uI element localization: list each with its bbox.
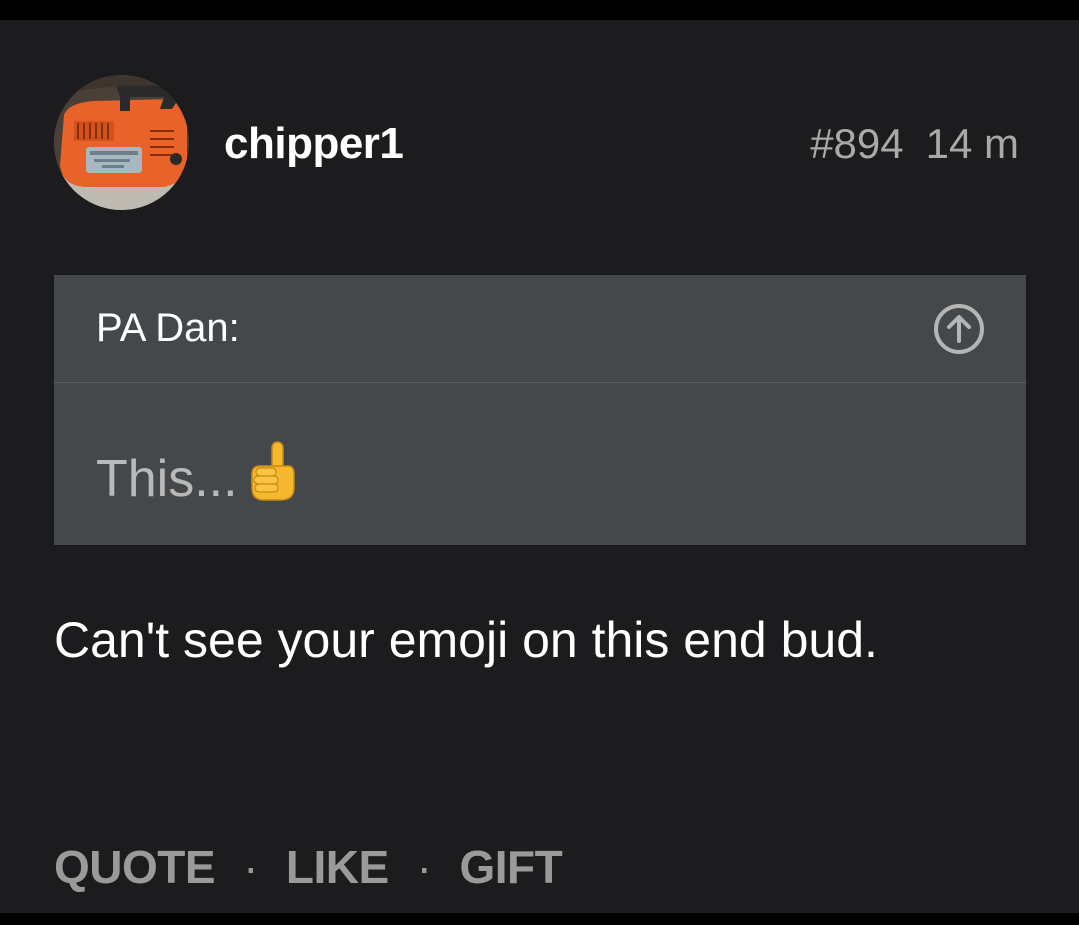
like-button[interactable]: LIKE bbox=[286, 841, 389, 893]
action-separator: · bbox=[416, 841, 432, 893]
quote-text-content: This... bbox=[96, 450, 238, 508]
quote-header: PA Dan: bbox=[54, 275, 1026, 383]
forum-post: chipper1 #894 14 m PA Dan: This... Can't… bbox=[0, 20, 1079, 913]
gift-button[interactable]: GIFT bbox=[460, 841, 563, 893]
avatar[interactable] bbox=[54, 75, 189, 210]
action-separator: · bbox=[243, 841, 258, 893]
post-body: Can't see your emoji on this end bud. bbox=[54, 612, 878, 668]
quote-author: PA Dan: bbox=[96, 306, 240, 350]
chainsaw-avatar-icon bbox=[54, 75, 189, 210]
time-ago: 14 m bbox=[925, 120, 1019, 167]
username[interactable]: chipper1 bbox=[224, 118, 404, 170]
post-actions: QUOTE · LIKE · GIFT bbox=[54, 840, 563, 894]
post-number[interactable]: #894 bbox=[810, 120, 903, 167]
status-bar-edge bbox=[0, 0, 1079, 20]
quote-block: PA Dan: This... bbox=[54, 275, 1026, 545]
arrow-up-circle-icon[interactable] bbox=[932, 302, 986, 356]
quote-text: This... bbox=[96, 438, 298, 509]
quote-button[interactable]: QUOTE bbox=[54, 841, 216, 893]
post-meta: #894 14 m bbox=[810, 118, 1019, 170]
nav-bar-edge bbox=[0, 913, 1079, 925]
pointing-up-emoji-icon bbox=[250, 441, 295, 501]
